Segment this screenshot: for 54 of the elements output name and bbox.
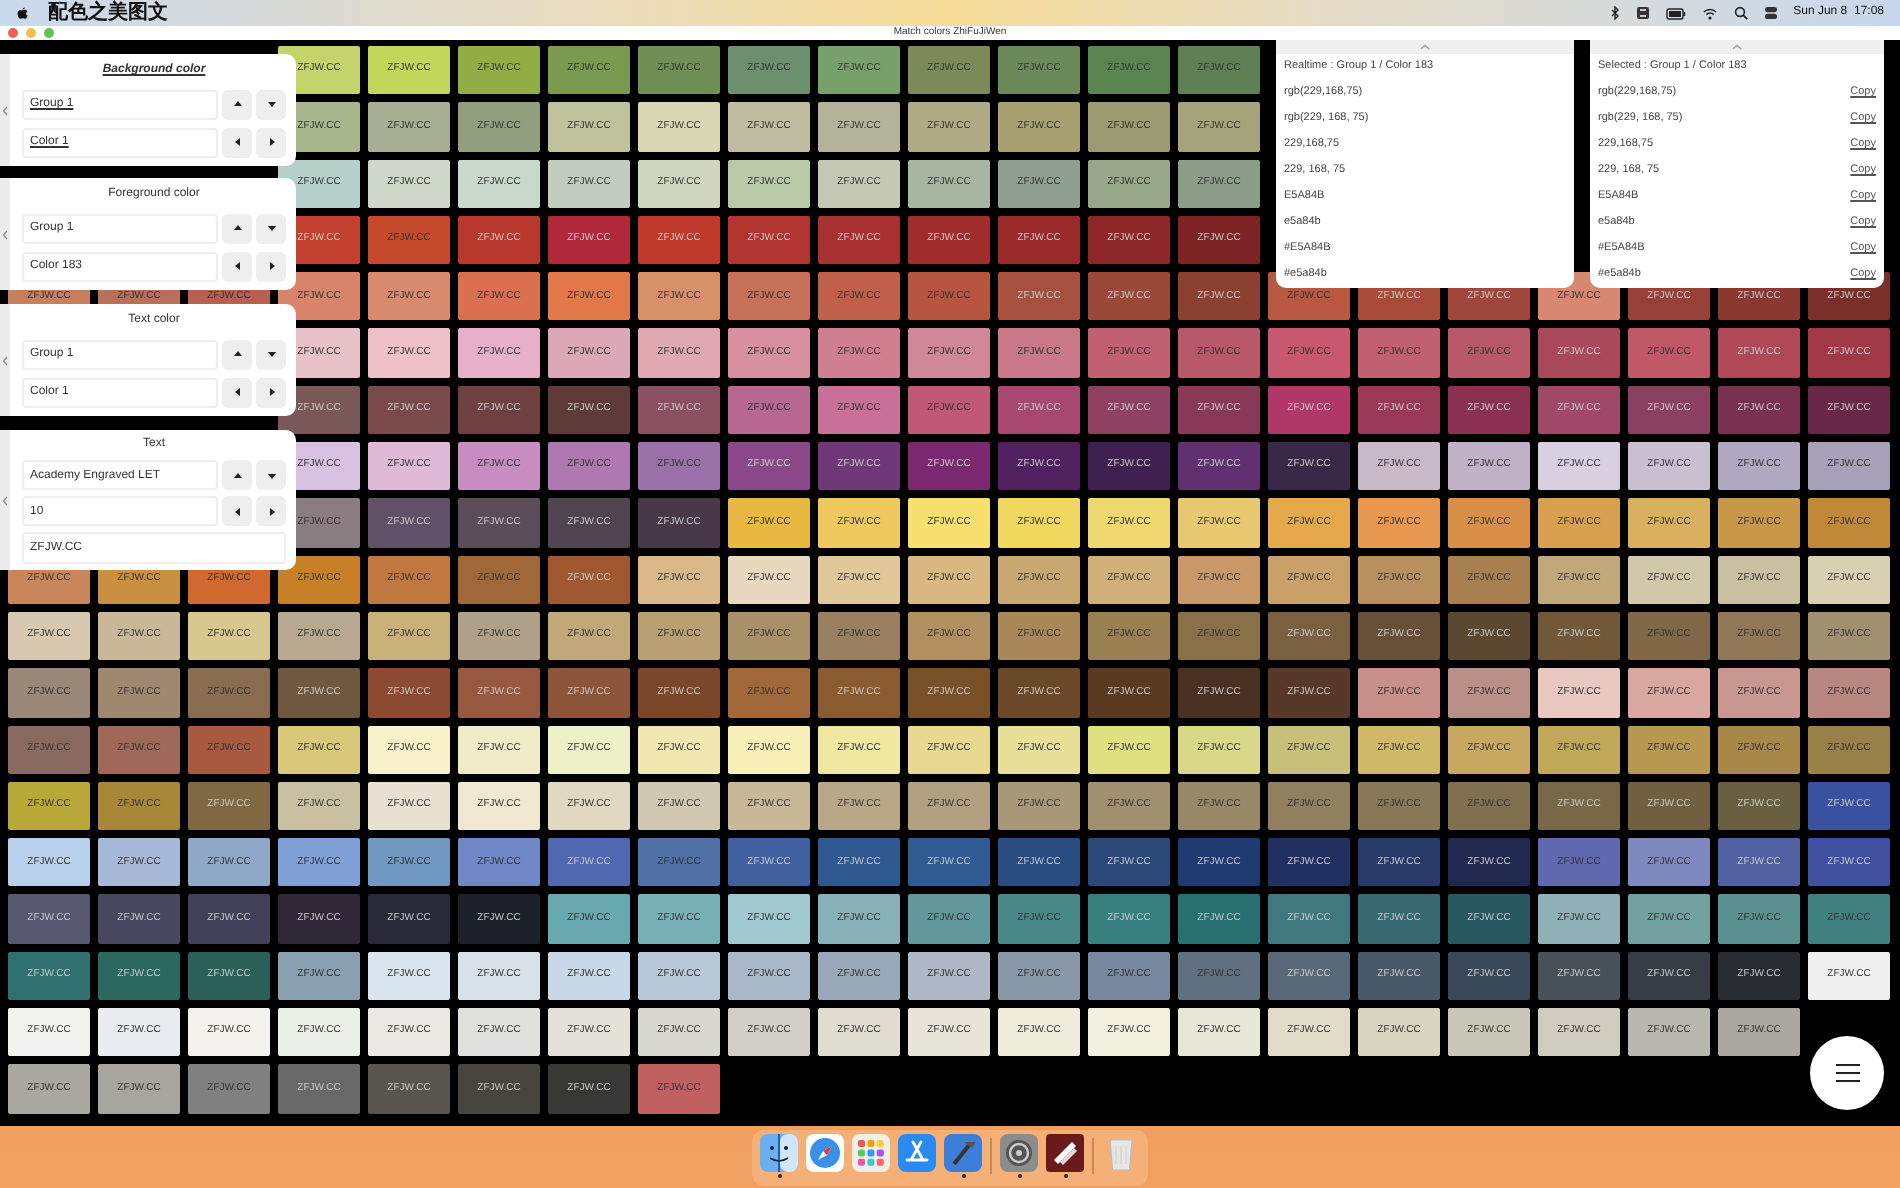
left-arrow-button[interactable] bbox=[222, 127, 252, 158]
menu-button[interactable] bbox=[1810, 1036, 1884, 1110]
right-arrow-button[interactable] bbox=[256, 377, 286, 408]
close-button[interactable] bbox=[8, 28, 18, 38]
chevron-left-icon[interactable] bbox=[2, 355, 8, 365]
triangle-icon bbox=[265, 260, 277, 273]
triangle-icon bbox=[231, 98, 243, 110]
app-icon[interactable] bbox=[1046, 1133, 1084, 1171]
chevron-up-icon[interactable] bbox=[1732, 44, 1742, 50]
right-arrow-button[interactable] bbox=[256, 251, 286, 282]
up-arrow-button[interactable] bbox=[222, 213, 252, 243]
chevron-left-icon[interactable] bbox=[2, 495, 8, 505]
menu-icon bbox=[1835, 1064, 1859, 1082]
app-grid-icon[interactable] bbox=[852, 1133, 890, 1171]
triangle-icon bbox=[265, 222, 277, 234]
left-arrow-button[interactable] bbox=[222, 251, 252, 282]
triangle-icon bbox=[265, 98, 277, 110]
up-arrow-button[interactable] bbox=[222, 339, 252, 369]
status-icon[interactable] bbox=[1635, 6, 1650, 20]
chevron-up-icon[interactable] bbox=[1420, 44, 1430, 50]
triangle-icon bbox=[265, 469, 277, 481]
triangle-icon bbox=[231, 222, 243, 234]
triangle-icon bbox=[231, 136, 243, 149]
app-store-icon[interactable] bbox=[898, 1133, 936, 1171]
battery-icon[interactable] bbox=[1665, 7, 1686, 19]
down-arrow-button[interactable] bbox=[256, 339, 286, 369]
chevron-left-icon[interactable] bbox=[2, 229, 8, 239]
triangle-icon bbox=[265, 348, 277, 360]
right-arrow-button[interactable] bbox=[256, 496, 286, 526]
search-icon[interactable] bbox=[1733, 6, 1748, 20]
triangle-icon bbox=[265, 136, 277, 149]
apple-icon[interactable] bbox=[16, 6, 28, 20]
triangle-icon bbox=[265, 386, 277, 399]
bluetooth-icon[interactable] bbox=[1609, 6, 1620, 20]
triangle-icon bbox=[265, 505, 277, 517]
left-arrow-button[interactable] bbox=[222, 496, 252, 526]
up-arrow-button[interactable] bbox=[222, 460, 252, 490]
triangle-icon bbox=[231, 386, 243, 399]
chevron-left-icon[interactable] bbox=[2, 105, 8, 115]
down-arrow-button[interactable] bbox=[256, 460, 286, 490]
right-arrow-button[interactable] bbox=[256, 127, 286, 158]
triangle-icon bbox=[231, 469, 243, 481]
triangle-icon bbox=[231, 505, 243, 517]
left-arrow-button[interactable] bbox=[222, 377, 252, 408]
finder-icon[interactable] bbox=[760, 1133, 798, 1171]
triangle-icon bbox=[231, 348, 243, 360]
up-arrow-button[interactable] bbox=[222, 89, 252, 119]
down-arrow-button[interactable] bbox=[256, 213, 286, 243]
triangle-icon bbox=[231, 260, 243, 273]
app-name[interactable]: 配色之美图文 bbox=[44, 0, 172, 26]
down-arrow-button[interactable] bbox=[256, 89, 286, 119]
wifi-icon[interactable] bbox=[1701, 6, 1718, 20]
gear-icon[interactable] bbox=[1000, 1133, 1038, 1171]
control-center-icon[interactable] bbox=[1763, 6, 1778, 20]
